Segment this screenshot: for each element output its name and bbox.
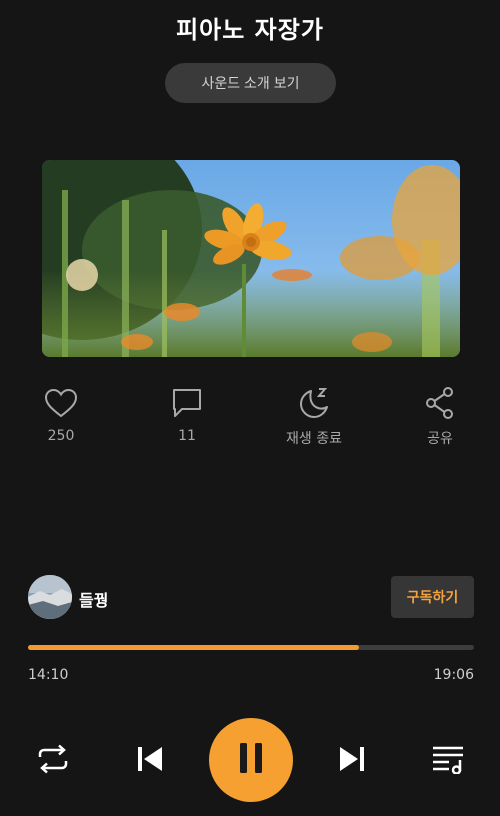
progress-fill <box>28 645 359 650</box>
player-controls <box>0 718 500 806</box>
share-icon <box>423 385 457 421</box>
sound-intro-button[interactable]: 사운드 소개 보기 <box>165 63 336 103</box>
heart-icon <box>44 385 78 421</box>
total-time: 19:06 <box>433 667 474 683</box>
subscribe-button[interactable]: 구독하기 <box>391 576 474 618</box>
page-title: 피아노 자장가 <box>176 16 324 44</box>
skip-next-icon <box>337 744 367 778</box>
share-button[interactable]: 공유 <box>390 385 490 448</box>
previous-button[interactable] <box>134 744 166 778</box>
artist-row: 들꿩 구독하기 <box>28 575 474 619</box>
like-count: 250 <box>47 428 75 444</box>
cover-image <box>42 160 460 357</box>
like-button[interactable]: 250 <box>11 385 111 444</box>
pause-button[interactable] <box>209 718 293 802</box>
skip-previous-icon <box>135 744 165 778</box>
artist-avatar[interactable] <box>28 575 72 619</box>
repeat-button[interactable] <box>36 744 70 778</box>
moon-zz-icon <box>297 385 331 421</box>
next-button[interactable] <box>336 744 368 778</box>
share-label: 공유 <box>427 431 453 447</box>
pause-icon <box>238 742 264 778</box>
comment-icon <box>170 385 204 421</box>
sleep-timer-label: 재생 종료 <box>286 431 342 447</box>
artist-name[interactable]: 들꿩 <box>79 587 108 611</box>
repeat-icon <box>36 743 70 779</box>
comment-count: 11 <box>178 428 196 444</box>
current-time: 14:10 <box>28 667 69 683</box>
playlist-button[interactable] <box>430 744 466 778</box>
playlist-icon <box>431 744 465 778</box>
comment-button[interactable]: 11 <box>137 385 237 444</box>
action-bar: 250 11 재생 종료 공유 <box>0 385 500 455</box>
progress-bar[interactable] <box>28 645 474 650</box>
sleep-timer-button[interactable]: 재생 종료 <box>264 385 364 448</box>
